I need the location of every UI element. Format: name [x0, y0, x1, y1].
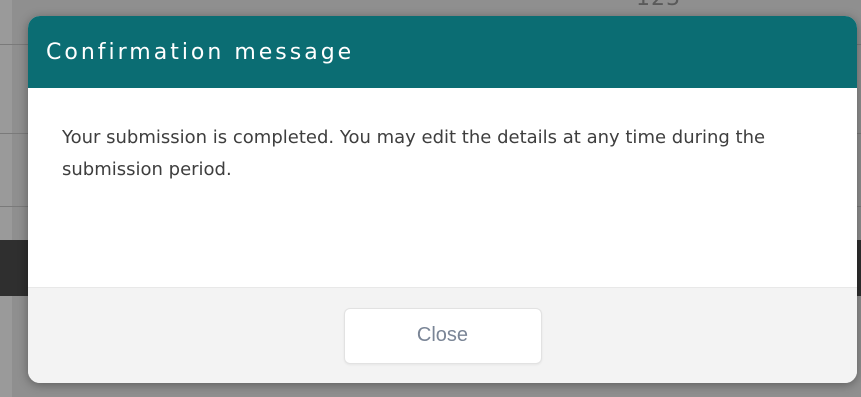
close-button[interactable]: Close — [343, 307, 542, 364]
dialog-body: Your submission is completed. You may ed… — [28, 88, 857, 288]
confirmation-dialog: Confirmation message Your submission is … — [28, 16, 857, 383]
dialog-header: Confirmation message — [28, 16, 857, 88]
dialog-message: Your submission is completed. You may ed… — [62, 127, 766, 180]
dialog-title: Confirmation message — [46, 39, 355, 65]
background-edge — [0, 0, 12, 397]
background-peek-text: 123 — [636, 0, 681, 11]
dialog-footer: Close — [28, 287, 857, 383]
